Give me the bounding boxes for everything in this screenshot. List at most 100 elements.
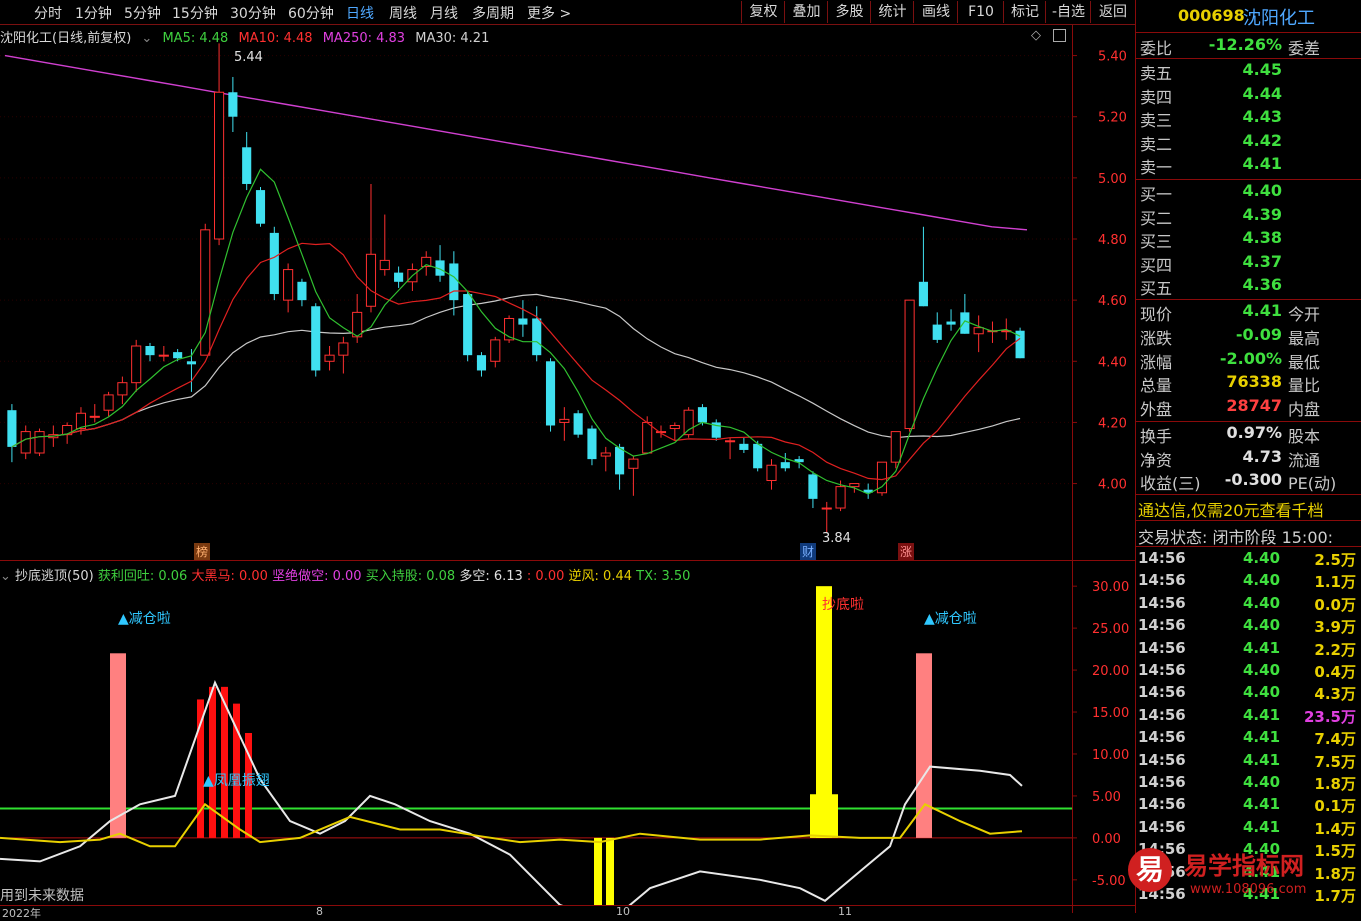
stat-label: 现价: [1140, 305, 1173, 324]
tick-time: 14:56: [1138, 638, 1186, 657]
candle-body: [352, 311, 363, 338]
weibi-value: -12.26%: [1208, 35, 1282, 54]
bid-label: 买二: [1140, 208, 1173, 228]
ask-value: 4.43: [1242, 107, 1282, 127]
tick-volume: 1.8万: [1314, 775, 1356, 793]
tick-volume: 7.4万: [1314, 730, 1356, 749]
tick-price: 4.41: [1243, 750, 1281, 769]
stat-value: 4.41: [1242, 301, 1282, 320]
candle: [987, 321, 998, 343]
candle-body: [228, 92, 238, 117]
tab-daily[interactable]: 日线: [346, 3, 374, 23]
candle-body: [725, 440, 736, 443]
y-tick-label: 4.00: [1098, 478, 1127, 493]
stat2-row: 收益(三) -0.300 PE(动): [1138, 470, 1360, 493]
tick-volume: 2.5万: [1314, 551, 1356, 569]
signal-reduce-2: ▲减仓啦: [924, 611, 977, 627]
tick-volume: 0.4万: [1314, 663, 1356, 681]
y-tick-label: 30.00: [1092, 580, 1129, 595]
tick-row: 14:56 4.40 3.9万: [1138, 616, 1360, 638]
weicha-label: 委差: [1288, 39, 1321, 58]
tab-monthly[interactable]: 月线: [430, 3, 458, 23]
candle: [1015, 327, 1025, 359]
tab-1min[interactable]: 1分钟: [75, 3, 112, 23]
candle-body: [283, 269, 294, 301]
stat-label: 涨幅: [1140, 352, 1173, 372]
marker-bang[interactable]: 榜: [194, 543, 211, 560]
tab-30min[interactable]: 30分钟: [230, 3, 276, 23]
ma250-line: [4, 54, 1028, 231]
candle-body: [600, 452, 611, 457]
candle-body: [697, 407, 708, 423]
tab-15min[interactable]: 15分钟: [172, 3, 218, 23]
tab-5min[interactable]: 5分钟: [124, 3, 161, 23]
stat2-label: 换手: [1140, 427, 1173, 446]
tick-row: 14:56 4.41 1.4万: [1138, 818, 1360, 840]
tab-multi-period[interactable]: 多周期: [472, 3, 514, 23]
stat2-label: 净资: [1140, 450, 1173, 470]
mark-button[interactable]: 标记: [1003, 1, 1046, 23]
marker-cai[interactable]: 财: [800, 543, 817, 560]
watermark-brand: 易学指标网: [1184, 852, 1304, 880]
ma30-line: [11, 293, 1021, 448]
tick-time: 14:56: [1138, 549, 1186, 567]
watermark-logo: 易: [1128, 848, 1172, 892]
candle-body: [849, 483, 860, 488]
candle-body: [932, 324, 942, 340]
candle: [117, 376, 128, 405]
y-tick-label: 4.20: [1098, 416, 1127, 431]
tick-price: 4.40: [1243, 571, 1281, 590]
tick-volume: 2.2万: [1314, 640, 1356, 659]
candle-body: [20, 431, 31, 454]
tick-row: 14:56 4.41 0.1万: [1138, 795, 1360, 817]
ask-label: 卖一: [1140, 158, 1173, 178]
bid-value: 4.37: [1242, 251, 1282, 271]
date-axis-divider: [0, 905, 1135, 906]
stat2-value: -0.300: [1224, 470, 1282, 489]
tick-row: 14:56 4.41 7.5万: [1138, 751, 1360, 773]
overlay-button[interactable]: 叠加: [784, 1, 828, 23]
candle-body: [242, 147, 252, 184]
promo-link[interactable]: 通达信,仅需20元查看千档: [1138, 497, 1323, 521]
f10-button[interactable]: F10: [957, 1, 1004, 23]
ask-label: 卖三: [1140, 111, 1173, 131]
candle-body: [587, 428, 597, 460]
tab-weekly[interactable]: 周线: [389, 3, 417, 23]
candle-body: [890, 431, 901, 463]
multi-stock-button[interactable]: 多股: [827, 1, 871, 23]
remove-watchlist-button[interactable]: -自选: [1045, 1, 1091, 23]
y-tick-label: 20.00: [1092, 664, 1129, 679]
phoenix-bar: [197, 699, 204, 838]
candle-body: [573, 413, 583, 435]
draw-line-button[interactable]: 画线: [913, 1, 958, 23]
candle: [904, 299, 915, 432]
marker-zhang[interactable]: 涨: [898, 543, 915, 560]
tab-more[interactable]: 更多 >: [527, 3, 571, 23]
tick-time: 14:56: [1138, 773, 1186, 791]
candle: [20, 425, 31, 460]
back-button[interactable]: 返回: [1090, 1, 1135, 23]
candle-body: [158, 354, 169, 357]
stat-row: 涨跌 -0.09 最高: [1138, 325, 1360, 348]
bid-label: 买一: [1140, 185, 1173, 204]
period-toolbar: 分时 1分钟 5分钟 15分钟 30分钟 60分钟 日线 周线 月线 多周期 更…: [0, 0, 1135, 25]
tab-60min[interactable]: 60分钟: [288, 3, 334, 23]
statistics-button[interactable]: 统计: [870, 1, 914, 23]
candle-body: [559, 418, 570, 423]
candle: [449, 251, 459, 316]
candle: [821, 501, 832, 533]
tick-time: 14:56: [1138, 571, 1186, 590]
candle: [324, 346, 335, 371]
stat-label: 涨跌: [1140, 328, 1173, 348]
candle-body: [753, 443, 763, 469]
stat-row: 涨幅 -2.00% 最低: [1138, 349, 1360, 372]
negative-bar: [606, 837, 614, 905]
candle-body: [186, 361, 197, 365]
tab-fenshi[interactable]: 分时: [34, 3, 62, 23]
candle: [642, 416, 653, 454]
candle-body: [449, 263, 459, 301]
tick-price: 4.40: [1243, 661, 1281, 679]
trade-status: 交易状态: 闭市阶段 15:00:: [1138, 528, 1334, 547]
candle-body: [518, 318, 528, 325]
fuquan-button[interactable]: 复权: [741, 1, 785, 23]
